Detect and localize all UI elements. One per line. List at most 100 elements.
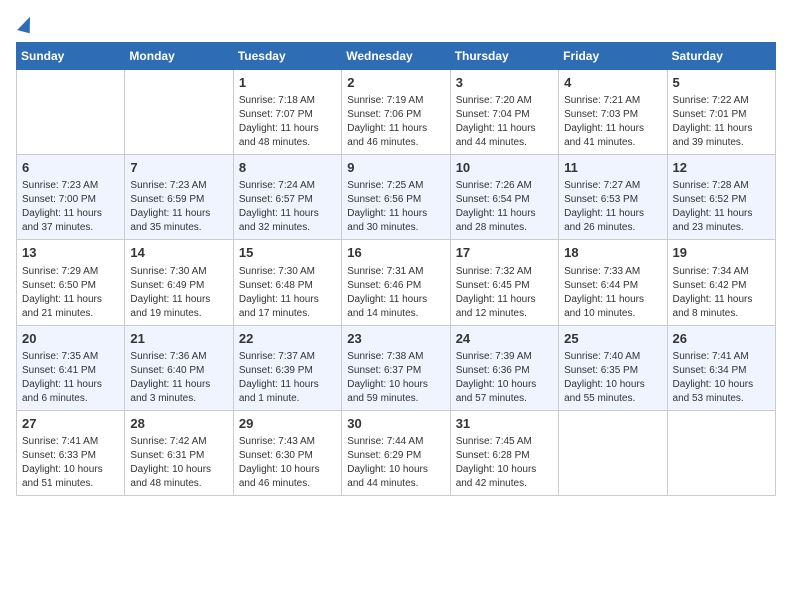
day-number: 3 — [456, 74, 553, 92]
day-number: 19 — [673, 244, 770, 262]
day-header-sunday: Sunday — [17, 43, 125, 70]
cell-info-text: Sunrise: 7:34 AM Sunset: 6:42 PM Dayligh… — [673, 265, 770, 321]
cell-info-text: Sunrise: 7:19 AM Sunset: 7:06 PM Dayligh… — [347, 94, 444, 150]
calendar-cell: 4Sunrise: 7:21 AM Sunset: 7:03 PM Daylig… — [559, 70, 667, 155]
day-number: 2 — [347, 74, 444, 92]
calendar-cell: 27 Sunrise: 7:41 AM Sunset: 6:33 PM Dayli… — [17, 410, 125, 495]
cell-info-text: Sunrise: 7:18 AM Sunset: 7:07 PM Dayligh… — [239, 94, 336, 150]
day-number: 31 — [456, 415, 553, 433]
cell-info-text: Sunrise: 7:22 AM Sunset: 7:01 PM Dayligh… — [673, 94, 770, 150]
cell-info-text: Sunrise: 7:28 AM Sunset: 6:52 PM Dayligh… — [673, 179, 770, 235]
calendar-cell: 13Sunrise: 7:29 AM Sunset: 6:50 PM Dayli… — [17, 240, 125, 325]
cell-info-text: Sunrise: 7:43 AM Sunset: 6:30 PM Dayligh… — [239, 435, 336, 491]
day-number: 1 — [239, 74, 336, 92]
cell-info-text: Sunrise: 7:23 AM Sunset: 6:59 PM Dayligh… — [130, 179, 227, 235]
day-number: 27 — [22, 415, 119, 433]
calendar-cell — [667, 410, 775, 495]
calendar-cell: 18 Sunrise: 7:33 AM Sunset: 6:44 PM Dayli… — [559, 240, 667, 325]
calendar-cell: 22 Sunrise: 7:37 AM Sunset: 6:39 PM Dayli… — [233, 325, 341, 410]
day-number: 24 — [456, 330, 553, 348]
calendar-cell — [17, 70, 125, 155]
calendar-cell: 31 Sunrise: 7:45 AM Sunset: 6:28 PM Dayli… — [450, 410, 558, 495]
cell-info-text: Sunrise: 7:20 AM Sunset: 7:04 PM Dayligh… — [456, 94, 553, 150]
cell-info-text: Sunrise: 7:31 AM Sunset: 6:46 PM Dayligh… — [347, 265, 444, 321]
week-row-2: 6Sunrise: 7:23 AM Sunset: 7:00 PM Daylig… — [17, 155, 776, 240]
day-number: 8 — [239, 159, 336, 177]
cell-info-text: Sunrise: 7:33 AM Sunset: 6:44 PM Dayligh… — [564, 265, 661, 321]
day-number: 17 — [456, 244, 553, 262]
day-header-thursday: Thursday — [450, 43, 558, 70]
cell-info-text: Sunrise: 7:26 AM Sunset: 6:54 PM Dayligh… — [456, 179, 553, 235]
cell-info-text: Sunrise: 7:41 AM Sunset: 6:34 PM Dayligh… — [673, 350, 770, 406]
cell-info-text: Sunrise: 7:32 AM Sunset: 6:45 PM Dayligh… — [456, 265, 553, 321]
day-number: 29 — [239, 415, 336, 433]
cell-info-text: Sunrise: 7:36 AM Sunset: 6:40 PM Dayligh… — [130, 350, 227, 406]
calendar-cell: 10 Sunrise: 7:26 AM Sunset: 6:54 PM Dayli… — [450, 155, 558, 240]
day-number: 14 — [130, 244, 227, 262]
day-header-tuesday: Tuesday — [233, 43, 341, 70]
week-row-3: 13Sunrise: 7:29 AM Sunset: 6:50 PM Dayli… — [17, 240, 776, 325]
cell-info-text: Sunrise: 7:38 AM Sunset: 6:37 PM Dayligh… — [347, 350, 444, 406]
calendar-cell: 8 Sunrise: 7:24 AM Sunset: 6:57 PM Daylig… — [233, 155, 341, 240]
calendar-cell: 1 Sunrise: 7:18 AM Sunset: 7:07 PM Daylig… — [233, 70, 341, 155]
calendar-cell: 5 Sunrise: 7:22 AM Sunset: 7:01 PM Daylig… — [667, 70, 775, 155]
cell-info-text: Sunrise: 7:45 AM Sunset: 6:28 PM Dayligh… — [456, 435, 553, 491]
cell-info-text: Sunrise: 7:30 AM Sunset: 6:48 PM Dayligh… — [239, 265, 336, 321]
day-number: 10 — [456, 159, 553, 177]
day-header-saturday: Saturday — [667, 43, 775, 70]
day-number: 9 — [347, 159, 444, 177]
cell-info-text: Sunrise: 7:42 AM Sunset: 6:31 PM Dayligh… — [130, 435, 227, 491]
calendar-cell: 7 Sunrise: 7:23 AM Sunset: 6:59 PM Daylig… — [125, 155, 233, 240]
week-row-5: 27 Sunrise: 7:41 AM Sunset: 6:33 PM Dayli… — [17, 410, 776, 495]
day-number: 22 — [239, 330, 336, 348]
calendar-cell: 25 Sunrise: 7:40 AM Sunset: 6:35 PM Dayli… — [559, 325, 667, 410]
day-number: 28 — [130, 415, 227, 433]
day-number: 26 — [673, 330, 770, 348]
calendar-cell: 3 Sunrise: 7:20 AM Sunset: 7:04 PM Daylig… — [450, 70, 558, 155]
day-number: 23 — [347, 330, 444, 348]
day-number: 18 — [564, 244, 661, 262]
calendar-table: SundayMondayTuesdayWednesdayThursdayFrid… — [16, 42, 776, 496]
cell-info-text: Sunrise: 7:21 AM Sunset: 7:03 PM Dayligh… — [564, 94, 661, 150]
calendar-cell — [559, 410, 667, 495]
calendar-cell: 19 Sunrise: 7:34 AM Sunset: 6:42 PM Dayli… — [667, 240, 775, 325]
calendar-cell: 23 Sunrise: 7:38 AM Sunset: 6:37 PM Dayli… — [342, 325, 450, 410]
day-number: 20 — [22, 330, 119, 348]
cell-info-text: Sunrise: 7:27 AM Sunset: 6:53 PM Dayligh… — [564, 179, 661, 235]
calendar-cell: 9 Sunrise: 7:25 AM Sunset: 6:56 PM Daylig… — [342, 155, 450, 240]
logo — [16, 16, 32, 30]
cell-info-text: Sunrise: 7:25 AM Sunset: 6:56 PM Dayligh… — [347, 179, 444, 235]
day-number: 11 — [564, 159, 661, 177]
cell-info-text: Sunrise: 7:37 AM Sunset: 6:39 PM Dayligh… — [239, 350, 336, 406]
day-number: 12 — [673, 159, 770, 177]
calendar-cell: 26 Sunrise: 7:41 AM Sunset: 6:34 PM Dayli… — [667, 325, 775, 410]
day-number: 16 — [347, 244, 444, 262]
page-header — [16, 16, 776, 30]
header-row: SundayMondayTuesdayWednesdayThursdayFrid… — [17, 43, 776, 70]
day-number: 6 — [22, 159, 119, 177]
calendar-cell: 12 Sunrise: 7:28 AM Sunset: 6:52 PM Dayli… — [667, 155, 775, 240]
cell-info-text: Sunrise: 7:24 AM Sunset: 6:57 PM Dayligh… — [239, 179, 336, 235]
cell-info-text: Sunrise: 7:40 AM Sunset: 6:35 PM Dayligh… — [564, 350, 661, 406]
cell-info-text: Sunrise: 7:29 AM Sunset: 6:50 PM Dayligh… — [22, 265, 119, 321]
cell-info-text: Sunrise: 7:39 AM Sunset: 6:36 PM Dayligh… — [456, 350, 553, 406]
calendar-cell: 20Sunrise: 7:35 AM Sunset: 6:41 PM Dayli… — [17, 325, 125, 410]
day-number: 5 — [673, 74, 770, 92]
cell-info-text: Sunrise: 7:30 AM Sunset: 6:49 PM Dayligh… — [130, 265, 227, 321]
calendar-cell: 2 Sunrise: 7:19 AM Sunset: 7:06 PM Daylig… — [342, 70, 450, 155]
calendar-cell: 6Sunrise: 7:23 AM Sunset: 7:00 PM Daylig… — [17, 155, 125, 240]
calendar-cell: 14 Sunrise: 7:30 AM Sunset: 6:49 PM Dayli… — [125, 240, 233, 325]
calendar-cell: 29 Sunrise: 7:43 AM Sunset: 6:30 PM Dayli… — [233, 410, 341, 495]
day-number: 21 — [130, 330, 227, 348]
calendar-cell: 28 Sunrise: 7:42 AM Sunset: 6:31 PM Dayli… — [125, 410, 233, 495]
day-number: 30 — [347, 415, 444, 433]
calendar-cell: 30Sunrise: 7:44 AM Sunset: 6:29 PM Dayli… — [342, 410, 450, 495]
day-number: 7 — [130, 159, 227, 177]
calendar-cell: 16 Sunrise: 7:31 AM Sunset: 6:46 PM Dayli… — [342, 240, 450, 325]
cell-info-text: Sunrise: 7:41 AM Sunset: 6:33 PM Dayligh… — [22, 435, 119, 491]
calendar-cell: 11 Sunrise: 7:27 AM Sunset: 6:53 PM Dayli… — [559, 155, 667, 240]
calendar-cell: 24 Sunrise: 7:39 AM Sunset: 6:36 PM Dayli… — [450, 325, 558, 410]
calendar-cell: 15 Sunrise: 7:30 AM Sunset: 6:48 PM Dayli… — [233, 240, 341, 325]
day-number: 25 — [564, 330, 661, 348]
day-number: 15 — [239, 244, 336, 262]
